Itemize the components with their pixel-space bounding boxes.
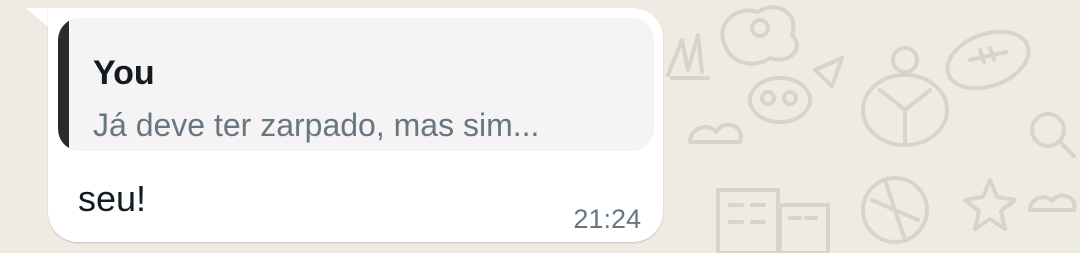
football-doodle-icon <box>945 29 1031 91</box>
magnifier-doodle-icon <box>1030 112 1076 158</box>
ball-doodle-icon <box>861 176 929 244</box>
building-doodle-icon <box>716 188 830 253</box>
quoted-message[interactable]: You Já deve ter zarpado, mas sim... <box>58 18 654 151</box>
quote-accent-bar <box>58 18 69 151</box>
message-bubble[interactable]: You Já deve ter zarpado, mas sim... seu!… <box>48 8 663 242</box>
message-timestamp: 21:24 <box>573 204 641 234</box>
star-doodle-icon <box>963 178 1017 231</box>
ghost-doodle-icon <box>720 5 799 66</box>
cloud-doodle-icon-2 <box>1028 193 1077 212</box>
cloud-doodle-icon <box>688 122 743 144</box>
face-doodle-icon <box>748 76 812 124</box>
send-doodle-icon <box>813 56 844 88</box>
quote-text: Já deve ter zarpado, mas sim... <box>93 107 540 143</box>
plant-doodle-icon <box>666 33 710 80</box>
quote-author: You <box>93 54 155 92</box>
turtle-doodle-icon <box>861 46 949 147</box>
message-text: seu! <box>78 178 147 219</box>
